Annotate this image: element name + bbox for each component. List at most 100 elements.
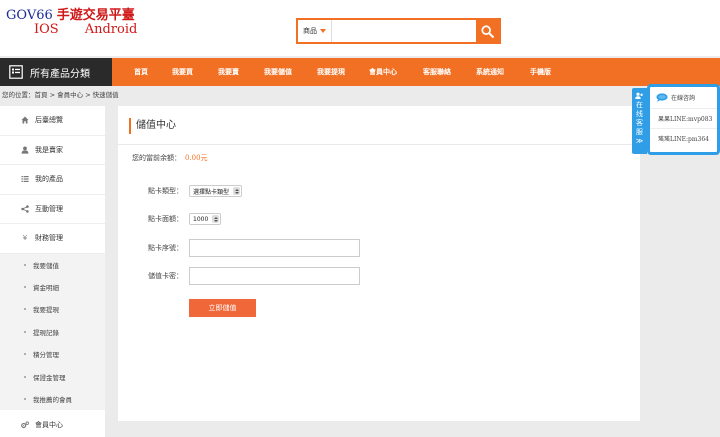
bullet-icon <box>24 330 26 333</box>
finance-submenu: 我要儲值 資金明細 我要提現 提現記錄 積分管理 保證金管理 我推薦的會員 <box>0 253 105 411</box>
sidebar-item-interaction[interactable]: 互動管理 <box>0 195 105 224</box>
balance-row: 您的當前余額： 0.00元 <box>132 153 208 163</box>
sidebar-item-finance[interactable]: ¥ 財務管理 <box>0 224 105 254</box>
all-categories-button[interactable]: 所有產品分類 <box>0 58 112 86</box>
nav-home[interactable]: 首頁 <box>134 58 148 86</box>
balance-value: 0.00元 <box>185 154 208 162</box>
nav-system-notice[interactable]: 系統通知 <box>476 58 504 86</box>
submenu-item-points[interactable]: 積分管理 <box>0 343 105 365</box>
select-arrows-icon <box>212 215 220 223</box>
logo-brand: GOV66 <box>6 8 53 23</box>
search-icon <box>481 24 494 38</box>
submenu-item-deposit[interactable]: 我要儲值 <box>0 254 105 276</box>
card-type-row: 點卡類型： 選擇點卡類型 <box>118 182 640 200</box>
home-icon <box>21 116 29 124</box>
card-password-row: 儲值卡密： <box>118 267 640 285</box>
card-type-value: 選擇點卡類型 <box>193 188 230 196</box>
sidebar-item-label: 互動管理 <box>35 204 63 213</box>
list-icon <box>21 175 29 183</box>
cs-tab-char: 线 <box>636 110 643 118</box>
nav-member-center[interactable]: 會員中心 <box>369 58 397 86</box>
sidebar-item-my-products[interactable]: 我的產品 <box>0 165 105 195</box>
cs-tab-char: 客 <box>636 119 643 127</box>
nav-customer-service[interactable]: 客服聯絡 <box>423 58 451 86</box>
sidebar-item-label: 我的產品 <box>35 175 63 184</box>
logo-ios: IOS <box>34 22 59 37</box>
cs-tab-char: 服 <box>636 128 643 136</box>
panel-title: 儲值中心 <box>129 118 176 134</box>
submenu-item-label: 積分管理 <box>33 351 59 360</box>
card-serial-row: 點卡序號： <box>118 239 640 257</box>
search-bar: 商品 <box>296 18 501 44</box>
card-value-row: 點卡面額： 1000 <box>118 210 640 228</box>
submenu-item-withdraw[interactable]: 我要提現 <box>0 298 105 320</box>
select-arrows-icon <box>233 187 241 195</box>
share-icon <box>21 205 29 213</box>
card-type-select[interactable]: 選擇點卡類型 <box>189 185 243 197</box>
search-type-select[interactable]: 商品 <box>298 20 332 42</box>
card-value-label: 點卡面額： <box>148 215 183 223</box>
sidebar-item-label: 會員中心 <box>35 420 63 429</box>
search-button[interactable] <box>476 20 499 42</box>
bullet-icon <box>24 375 26 378</box>
bullet-icon <box>24 263 26 266</box>
chat-bubble-icon <box>656 93 668 102</box>
bullet-icon <box>24 308 26 311</box>
submenu-item-label: 提現記錄 <box>33 328 59 337</box>
search-type-label: 商品 <box>303 27 317 35</box>
customer-service-panel: 在線咨詢 果果LINE:mvp083 瑤瑤LINE:pm364 <box>647 84 720 155</box>
customer-service-tab[interactable]: 在 线 客 服 ≫ <box>632 88 647 154</box>
main-nav: 所有產品分類 首頁 我要買 我要賣 我要儲值 我要提現 會員中心 客服聯絡 系統… <box>0 58 720 86</box>
submenu-item-referrals[interactable]: 我推薦的會員 <box>0 388 105 410</box>
card-type-label: 點卡類型： <box>148 187 183 195</box>
sidebar-item-overview[interactable]: 后臺總覽 <box>0 106 105 136</box>
cs-tab-char: 在 <box>636 101 643 109</box>
online-consult-link[interactable]: 在線咨詢 <box>656 93 695 102</box>
header: GOV66 手遊交易平臺 IOS Android 商品 <box>0 0 720 56</box>
breadcrumb: 您的位置：首頁 > 會員中心 > 快速儲值 <box>2 91 119 99</box>
category-label: 所有產品分類 <box>30 68 90 80</box>
bullet-icon <box>24 353 26 356</box>
user-icon <box>21 146 29 154</box>
balance-label: 您的當前余額： <box>132 154 181 162</box>
online-consult-label: 在線咨詢 <box>671 95 696 102</box>
submenu-item-label: 資金明細 <box>33 284 59 293</box>
logo-android: Android <box>84 22 138 37</box>
deposit-now-button[interactable]: 立即儲值 <box>189 299 256 317</box>
bullet-icon <box>24 398 26 401</box>
caret-down-icon <box>320 29 326 33</box>
card-serial-input[interactable] <box>189 239 360 257</box>
submenu-item-label: 保證金管理 <box>33 373 66 382</box>
nav-mobile[interactable]: 手機版 <box>530 58 551 86</box>
nav-withdraw[interactable]: 我要提現 <box>317 58 345 86</box>
card-serial-label: 點卡序號： <box>148 244 183 252</box>
card-value-value: 1000 <box>193 215 209 223</box>
cs-divider <box>650 108 717 109</box>
sidebar: 后臺總覽 我是賣家 我的產品 互動管理 ¥ 財務管理 我要儲值 資金明細 我要提… <box>0 106 105 437</box>
yen-icon: ¥ <box>22 234 28 243</box>
submenu-item-label: 我要提現 <box>33 306 59 315</box>
submenu-item-label: 我要儲值 <box>33 261 59 270</box>
sidebar-item-seller[interactable]: 我是賣家 <box>0 136 105 165</box>
submenu-item-deposit-guarantee[interactable]: 保證金管理 <box>0 365 105 387</box>
cs-line-contact-1[interactable]: 果果LINE:mvp083 <box>658 114 712 123</box>
sidebar-item-member-center[interactable]: 會員中心 <box>0 410 105 437</box>
card-password-input[interactable] <box>189 267 360 285</box>
submenu-item-label: 我推薦的會員 <box>33 396 72 405</box>
site-logo[interactable]: GOV66 手遊交易平臺 IOS Android <box>6 9 137 37</box>
sidebar-item-label: 我是賣家 <box>35 145 63 154</box>
nav-deposit[interactable]: 我要儲值 <box>264 58 292 86</box>
sidebar-item-label: 后臺總覽 <box>35 116 63 125</box>
cs-line-contact-2[interactable]: 瑤瑤LINE:pm364 <box>658 134 709 143</box>
logo-tagline: 手遊交易平臺 <box>56 8 135 23</box>
card-password-label: 儲值卡密： <box>148 272 183 280</box>
nav-buy[interactable]: 我要買 <box>172 58 193 86</box>
submenu-item-fund-details[interactable]: 資金明細 <box>0 276 105 298</box>
title-divider <box>118 144 640 145</box>
submenu-item-withdraw-records[interactable]: 提現記錄 <box>0 321 105 343</box>
card-value-select[interactable]: 1000 <box>189 213 222 225</box>
nav-sell[interactable]: 我要賣 <box>218 58 239 86</box>
gears-icon <box>21 421 29 429</box>
search-input[interactable] <box>332 20 476 42</box>
category-menu-icon <box>9 65 23 79</box>
